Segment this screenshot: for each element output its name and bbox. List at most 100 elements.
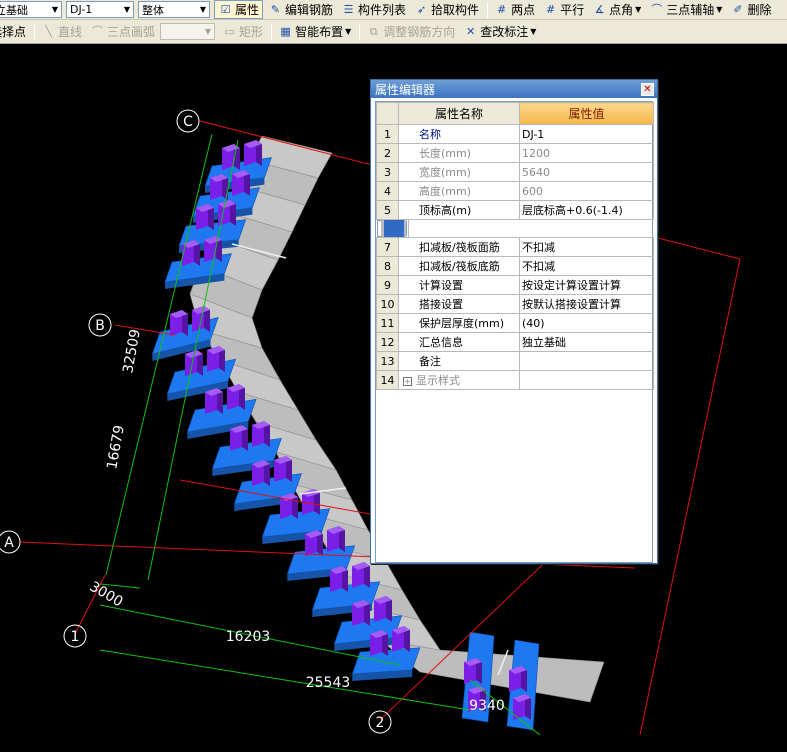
chevron-down-icon: ▼ [51, 5, 58, 14]
property-value-text: 600 [522, 184, 543, 198]
property-row[interactable]: 8 扣减板/筏板底筋 不扣减 [376, 256, 654, 276]
property-name: 底标高(m) [382, 219, 405, 238]
component-name-select[interactable]: DJ-1 ▼ [66, 1, 134, 18]
property-name: 保护层厚度(mm) [398, 313, 520, 333]
property-name: 名称 [398, 124, 520, 144]
row-number: 12 [376, 332, 399, 352]
property-value[interactable] [519, 370, 654, 390]
property-value[interactable]: 独立基础 [519, 332, 654, 352]
property-name-text: 搭接设置 [419, 298, 463, 311]
property-value[interactable]: 按默认搭接设置计算 [519, 294, 654, 314]
property-row[interactable]: 9 计算设置 按设定计算设置计算 [376, 275, 654, 295]
property-value-text: DJ-1 [522, 127, 545, 141]
property-name-text: 备注 [419, 355, 441, 368]
property-value[interactable]: DJ-1 [519, 124, 654, 144]
edit-rebar-label: 编辑钢筋 [285, 3, 334, 17]
property-value-text: 5640 [522, 165, 550, 179]
expand-plus-icon[interactable]: + [403, 376, 412, 386]
property-value[interactable]: 层底标高▼ [404, 219, 409, 238]
property-name: 搭接设置 [398, 294, 520, 314]
pick-component-button[interactable]: ➶ 拾取构件 [411, 0, 482, 19]
property-editor-panel: 属性编辑器 ✕ 属性名称 属性值 1 名称 DJ-1 2 长度(mm) 1200 3 宽度(m… [370, 79, 658, 564]
property-row[interactable]: 14 + 显示样式 [376, 370, 654, 390]
property-value[interactable]: 1200 [519, 143, 654, 163]
property-row[interactable]: 7 扣减板/筏板面筋 不扣减 [376, 237, 654, 257]
two-point-icon: # [496, 2, 507, 16]
component-type-value: 独立基础 [0, 3, 28, 17]
scope-select[interactable]: 整体 ▼ [138, 1, 210, 18]
property-row[interactable]: 6底标高(m)层底标高▼ [376, 219, 409, 238]
close-icon[interactable]: ✕ [641, 82, 654, 96]
property-row[interactable]: 1 名称 DJ-1 [376, 124, 654, 144]
parallel-axis-button[interactable]: # 平行 [540, 0, 587, 19]
property-value[interactable] [519, 351, 654, 371]
property-row[interactable]: 13 备注 [376, 351, 654, 371]
property-value[interactable]: 5640 [519, 162, 654, 182]
three-point-arc-button[interactable]: ⌒ 三点画弧 [87, 22, 158, 41]
property-value[interactable]: 不扣减 [519, 237, 654, 257]
edit-annotation-button[interactable]: ✕ 查改标注 ▼ [460, 22, 539, 41]
property-name-text: 高度(mm) [419, 185, 472, 198]
rectangle-icon: ▭ [224, 24, 235, 38]
arc-option-select[interactable]: ▼ [160, 23, 216, 40]
axis-label-c: C [183, 114, 193, 130]
row-number: 7 [376, 237, 399, 257]
adjust-rebar-direction-label: 调整钢筋方向 [383, 25, 456, 39]
property-name-text: 扣减板/筏板底筋 [419, 260, 500, 273]
row-number: 2 [376, 143, 399, 163]
properties-button[interactable]: ☑ 属性 [214, 0, 264, 19]
property-row[interactable]: 11 保护层厚度(mm) (40) [376, 313, 654, 333]
two-point-axis-button[interactable]: # 两点 [491, 0, 538, 19]
property-value-text: 层底标高 [408, 222, 409, 235]
property-value[interactable]: 按设定计算设置计算 [519, 275, 654, 295]
line-button[interactable]: ╲ 直线 [38, 22, 85, 41]
property-row[interactable]: 4 高度(mm) 600 [376, 181, 654, 201]
property-editor-titlebar[interactable]: 属性编辑器 ✕ [371, 80, 657, 98]
chevron-down-icon[interactable]: ▼ [405, 221, 407, 236]
chevron-down-icon: ▼ [530, 27, 537, 36]
component-list-label: 构件列表 [358, 3, 407, 17]
axis-label-b: B [95, 318, 105, 334]
property-row[interactable]: 10 搭接设置 按默认搭接设置计算 [376, 294, 654, 314]
eraser-icon: ✐ [733, 2, 743, 16]
component-list-button[interactable]: ☰ 构件列表 [338, 0, 409, 19]
row-number: 9 [376, 275, 399, 295]
separator [34, 23, 36, 40]
row-number-header [376, 102, 399, 125]
property-name: 长度(mm) [398, 143, 520, 163]
three-point-axis-button[interactable]: ⌒ 三点辅轴 ▼ [646, 0, 725, 19]
point-angle-button[interactable]: ∡ 点角 ▼ [589, 0, 644, 19]
chevron-down-icon: ▼ [204, 27, 212, 36]
select-point-button[interactable]: 选择点 [0, 22, 29, 41]
property-row[interactable]: 5 顶标高(m) 层底标高+0.6(-1.4) [376, 200, 654, 220]
delete-button[interactable]: ✐ 删除 [727, 0, 774, 19]
property-value[interactable]: 层底标高+0.6(-1.4) [519, 200, 654, 220]
property-value[interactable]: (40) [519, 313, 654, 333]
adjust-icon: ⧉ [369, 24, 378, 38]
row-number: 14 [376, 370, 399, 390]
property-name: 扣减板/筏板底筋 [398, 256, 520, 276]
property-value[interactable]: 不扣减 [519, 256, 654, 276]
property-row[interactable]: 2 长度(mm) 1200 [376, 143, 654, 163]
smart-layout-button[interactable]: ▦ 智能布置 ▼ [275, 22, 354, 41]
grid-icon: ▦ [280, 24, 291, 38]
property-name-text: 长度(mm) [419, 147, 472, 160]
property-name-header: 属性名称 [398, 102, 520, 125]
property-name-text: 显示样式 [416, 374, 460, 387]
rectangle-button[interactable]: ▭ 矩形 [219, 22, 266, 41]
component-type-select[interactable]: 独立基础 ▼ [0, 1, 62, 18]
two-point-label: 两点 [511, 3, 536, 17]
edit-annotation-label: 查改标注 [480, 25, 529, 39]
dimension-9340: 9340 [469, 698, 505, 714]
property-value-text: 按设定计算设置计算 [522, 279, 621, 292]
row-number: 5 [376, 200, 399, 220]
row-number: 1 [376, 124, 399, 144]
row-number: 11 [376, 313, 399, 333]
property-row[interactable]: 3 宽度(mm) 5640 [376, 162, 654, 182]
dimension-16203: 16203 [226, 629, 271, 645]
pick-icon: ➶ [416, 2, 427, 16]
property-value[interactable]: 600 [519, 181, 654, 201]
property-row[interactable]: 12 汇总信息 独立基础 [376, 332, 654, 352]
edit-rebar-button[interactable]: ✎ 编辑钢筋 [265, 0, 336, 19]
adjust-rebar-direction-button[interactable]: ⧉ 调整钢筋方向 [363, 22, 458, 41]
